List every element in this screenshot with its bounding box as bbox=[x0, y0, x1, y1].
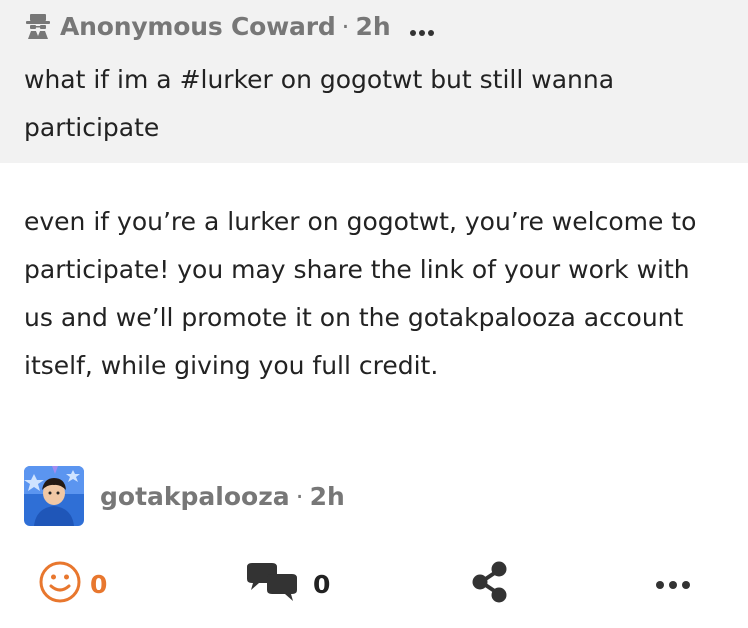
question-author[interactable]: Anonymous Coward bbox=[60, 12, 336, 41]
smiley-icon bbox=[38, 560, 82, 608]
question-text: what if im a #lurker on gogotwt but stil… bbox=[24, 65, 615, 142]
share-button[interactable] bbox=[470, 556, 510, 612]
react-button[interactable]: 0 bbox=[38, 556, 107, 612]
comments-icon bbox=[243, 561, 301, 607]
comments-count: 0 bbox=[313, 569, 331, 599]
comment-button[interactable]: 0 bbox=[243, 556, 330, 612]
more-options-button[interactable] bbox=[655, 556, 691, 612]
responder-separator: · bbox=[295, 481, 304, 511]
question-header: Anonymous Coward · 2h bbox=[24, 8, 435, 44]
question-separator: · bbox=[341, 11, 350, 41]
spy-icon bbox=[24, 12, 52, 40]
question-card: Anonymous Coward · 2h what if im a #lurk… bbox=[0, 0, 748, 163]
responder-row: gotakpalooza · 2h bbox=[24, 466, 345, 526]
ellipsis-icon bbox=[655, 575, 691, 594]
responder-name[interactable]: gotakpalooza bbox=[100, 482, 290, 511]
reactions-count: 0 bbox=[90, 569, 108, 599]
avatar[interactable] bbox=[24, 466, 84, 526]
responder-time: 2h bbox=[309, 481, 345, 511]
share-icon bbox=[470, 560, 510, 608]
action-bar: 0 0 bbox=[0, 556, 748, 612]
post-page: Anonymous Coward · 2h what if im a #lurk… bbox=[0, 0, 748, 628]
answer-text: even if you’re a lurker on gogotwt, you’… bbox=[24, 207, 697, 380]
ellipsis-icon[interactable] bbox=[409, 22, 435, 36]
question-time: 2h bbox=[355, 11, 391, 41]
